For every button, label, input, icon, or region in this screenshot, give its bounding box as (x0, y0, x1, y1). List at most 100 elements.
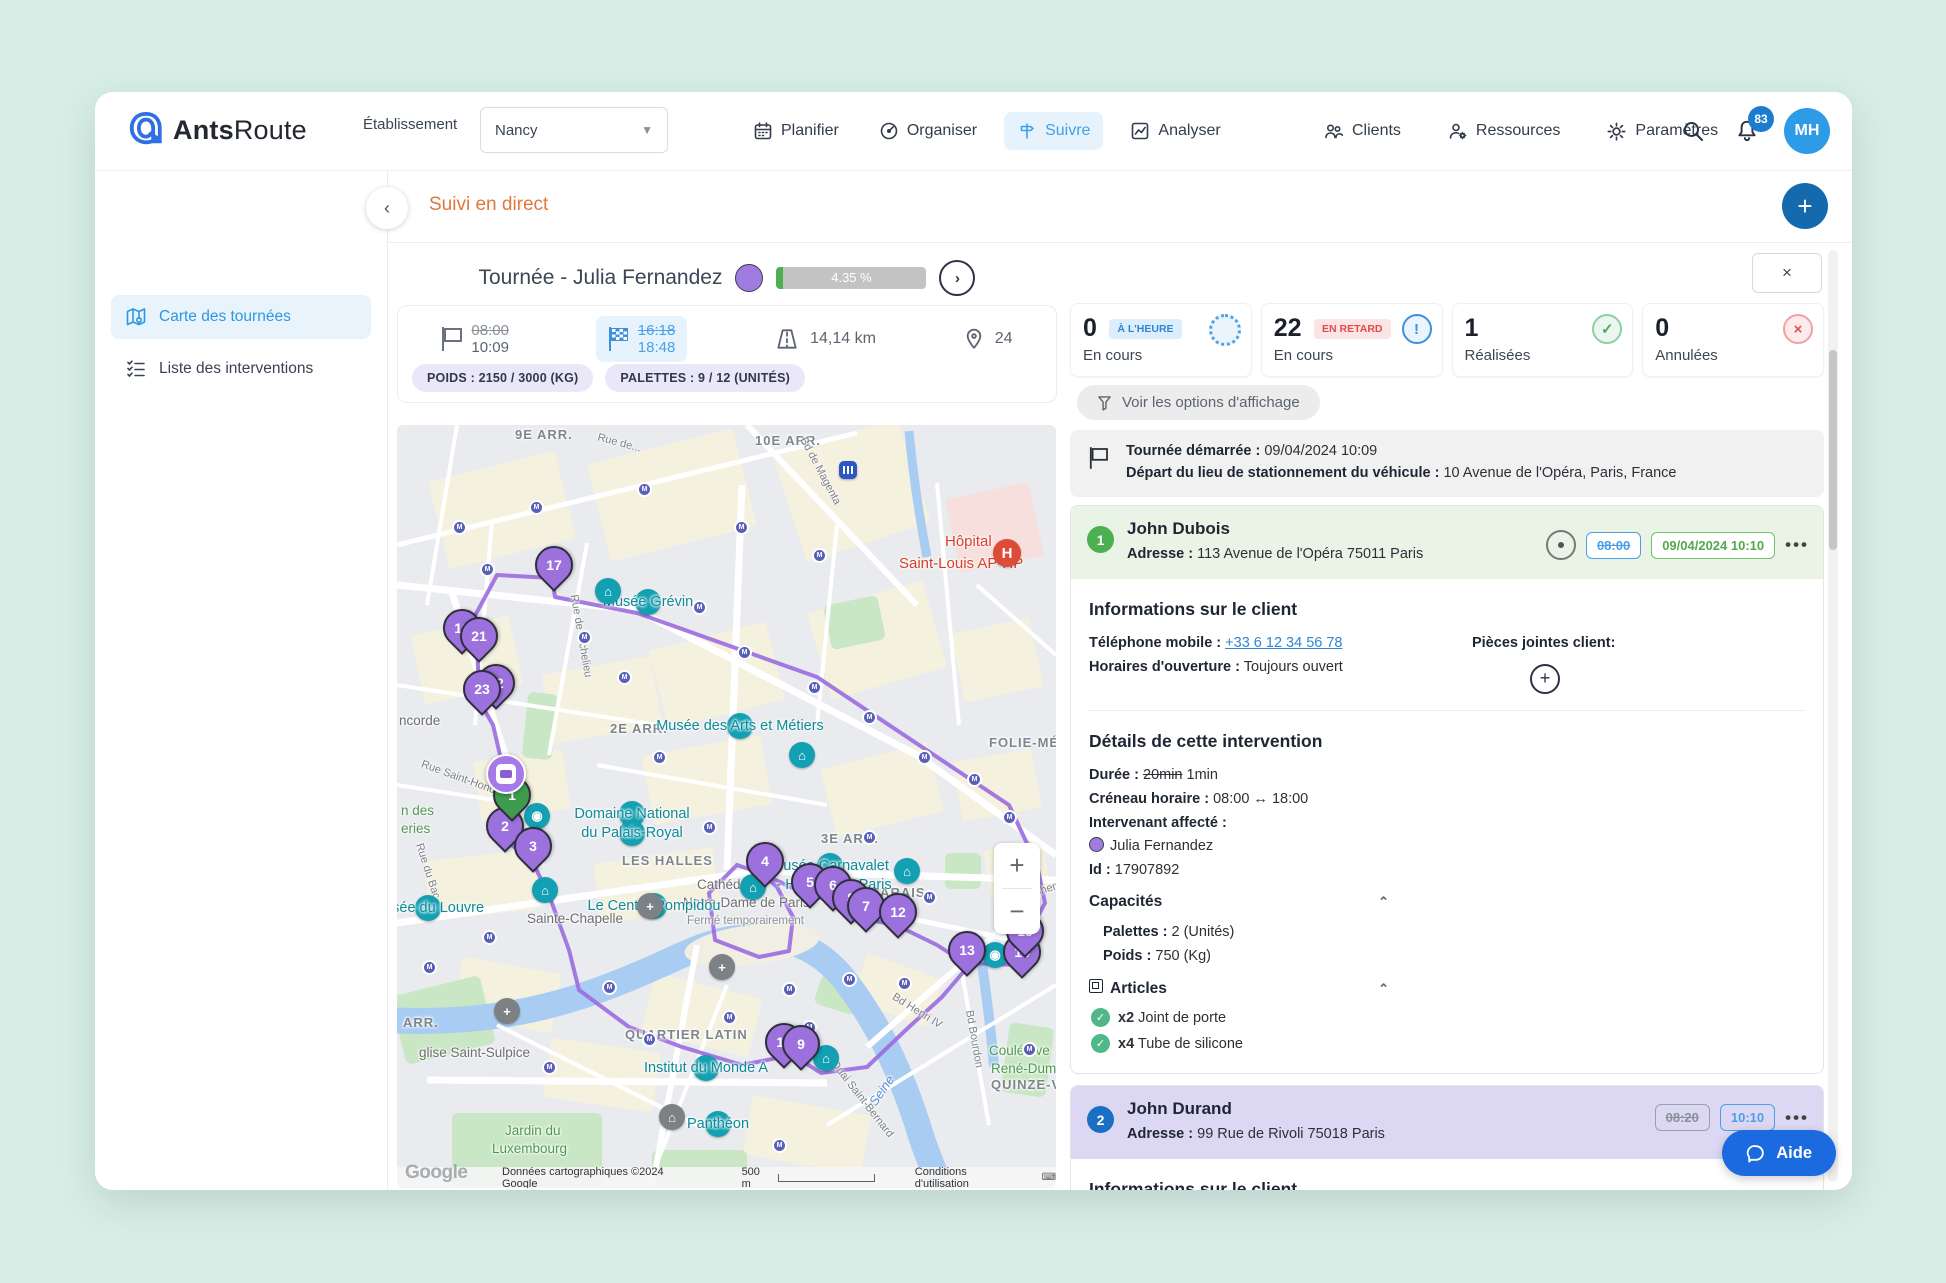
time-slot-value: 08:00 ↔ 18:00 (1213, 791, 1308, 807)
sidebar-item-carte-des-tournees[interactable]: Carte des tournées (111, 295, 371, 339)
stop-2-actions: 08:20 10:10 ••• (1655, 1104, 1809, 1131)
map-label: glise Saint-Sulpice (419, 1045, 530, 1060)
museum-poi-icon: ⌂ (894, 858, 920, 884)
logo-text: AntsRoute (173, 115, 307, 146)
scrollbar-thumb[interactable] (1829, 350, 1837, 550)
sidebar-item-label: Carte des tournées (159, 308, 291, 326)
stop-1-header[interactable]: 1 John Dubois Adresse : 113 Avenue de l'… (1071, 506, 1823, 579)
museum-poi-icon: ⌂ (789, 742, 815, 768)
tab-analyser[interactable]: Analyser (1117, 112, 1233, 150)
map-label: Musée du Louvre (415, 895, 441, 921)
display-options-button[interactable]: Voir les options d'affichage (1077, 385, 1320, 420)
map-label: Jardin du (505, 1123, 561, 1138)
help-button[interactable]: Aide (1722, 1130, 1836, 1176)
articles-header: Articles ⌃ (1089, 979, 1389, 998)
metro-icon: M (637, 482, 652, 497)
more-menu-icon[interactable]: ••• (1785, 535, 1809, 555)
metro-icon: M (862, 710, 877, 725)
help-label: Aide (1776, 1144, 1812, 1163)
logo-light: Route (234, 115, 307, 145)
nav-clients[interactable]: Clients (1310, 112, 1414, 150)
page-title: Suivi en direct (429, 194, 548, 216)
planned-time-chip: 08:00 (1586, 532, 1641, 559)
add-attachment-button[interactable]: + (1530, 664, 1560, 694)
chevron-down-icon: ▼ (641, 123, 653, 137)
rail-poi-icon (839, 461, 857, 479)
zoom-out-button[interactable]: − (994, 889, 1040, 934)
map-scale: 500 m (742, 1166, 875, 1189)
metro-icon: M (482, 930, 497, 945)
logo-bold: Ants (173, 115, 234, 145)
map-label: Coulée ve (989, 1043, 1050, 1058)
time-slot-label: Créneau horaire : (1089, 791, 1209, 807)
stop-card-1: 1 John Dubois Adresse : 113 Avenue de l'… (1070, 505, 1824, 1074)
topbar-icons: 83 MH (1676, 92, 1830, 170)
map-label: eries (401, 821, 430, 836)
article-name: Tube de silicone (1138, 1036, 1243, 1052)
capacity-label: Palettes : (1103, 924, 1167, 940)
tour-stats-card: 08:00 10:09 16:18 18:48 14,14 km (397, 305, 1057, 403)
status-label: En cours (1083, 347, 1239, 364)
capacity-value: 2 (Unités) (1172, 924, 1235, 940)
status-value: 0 (1083, 314, 1097, 343)
locate-icon[interactable] (1546, 530, 1576, 560)
stop-card-2: 2 John Durand Adresse : 99 Rue de Rivoli… (1070, 1085, 1824, 1190)
tour-header: Tournée - Julia Fernandez 4.35 % › (397, 260, 1057, 296)
more-menu-icon[interactable]: ••• (1785, 1108, 1809, 1128)
duration-old: 20min (1143, 767, 1183, 783)
capacities-list: Palettes : 2 (Unités) Poids : 750 (Kg) (1089, 921, 1805, 969)
notifications-button[interactable]: 83 (1730, 114, 1764, 148)
search-button[interactable] (1676, 114, 1710, 148)
map-label: Fermé temporairement (687, 915, 804, 927)
duration-new: 1min (1187, 767, 1218, 783)
zoom-in-button[interactable]: + (994, 843, 1040, 888)
logo[interactable]: AntsRoute (127, 110, 307, 150)
next-tour-button[interactable]: › (939, 260, 975, 296)
map-zoom-controls: + − (994, 843, 1040, 934)
metro-icon: M (480, 562, 495, 577)
alert-icon[interactable]: ! (1402, 314, 1432, 344)
metro-icon: M (842, 972, 857, 987)
chart-icon (1130, 121, 1150, 141)
client-info-section: Informations sur le client Téléphone mob… (1071, 579, 1823, 698)
map-label: LES HALLES (622, 853, 713, 868)
map-label: FOLIE-MÉRI (989, 735, 1056, 750)
nav-clients-label: Clients (1352, 122, 1401, 140)
close-panel-button[interactable]: × (1752, 253, 1822, 293)
back-button[interactable]: ‹ (366, 187, 408, 229)
agent-name: Julia Fernandez (1110, 838, 1213, 854)
capacity-label: Poids : (1103, 948, 1151, 964)
vehicle-marker[interactable] (486, 754, 526, 794)
avatar[interactable]: MH (1784, 108, 1830, 154)
chevron-up-icon[interactable]: ⌃ (1378, 894, 1389, 910)
sidebar-item-liste-des-interventions[interactable]: Liste des interventions (111, 347, 371, 391)
attribution-text: Données cartographiques ©2024 Google (502, 1166, 702, 1189)
metro-icon: M (922, 890, 937, 905)
church-poi-icon: + (494, 998, 520, 1024)
stop-2-header[interactable]: 2 John Durand Adresse : 99 Rue de Rivoli… (1071, 1086, 1823, 1159)
metro-icon: M (577, 630, 592, 645)
tour-title: Tournée - Julia Fernandez (479, 266, 723, 290)
nav-ressources[interactable]: Ressources (1434, 112, 1573, 150)
tab-organiser[interactable]: Organiser (866, 112, 990, 150)
tour-detail-panel: × 0 À L'HEURE En cours 22 EN RETARD En c… (1070, 242, 1832, 1190)
tab-planifier[interactable]: Planifier (740, 112, 852, 150)
client-info-title: Informations sur le client (1089, 1179, 1805, 1190)
keyboard-icon[interactable]: ⌨ (1042, 1172, 1056, 1183)
stop-1-actions: 08:00 09/04/2024 10:10 ••• (1546, 530, 1809, 560)
phone-link[interactable]: +33 6 12 34 56 78 (1225, 635, 1342, 651)
flag-icon (1089, 447, 1107, 469)
route-map[interactable]: + − Google Données cartographiques ©2024… (397, 425, 1056, 1188)
departure-value: 10 Avenue de l'Opéra, Paris, France (1443, 465, 1676, 481)
chevron-up-icon[interactable]: ⌃ (1378, 981, 1389, 997)
terms-link[interactable]: Conditions d'utilisation (915, 1166, 1024, 1189)
articles-title: Articles (1110, 980, 1167, 997)
tab-suivre[interactable]: Suivre (1004, 112, 1103, 150)
person-gear-icon (1447, 121, 1468, 141)
sidebar-item-label: Liste des interventions (159, 360, 313, 378)
add-button[interactable]: + (1782, 183, 1828, 229)
establishment-select[interactable]: Nancy ▼ (480, 107, 668, 153)
intervention-details-section: Détails de cette intervention Durée : 20… (1071, 711, 1823, 1064)
driver-color-dot (735, 264, 763, 292)
church-poi-icon: + (709, 954, 735, 980)
